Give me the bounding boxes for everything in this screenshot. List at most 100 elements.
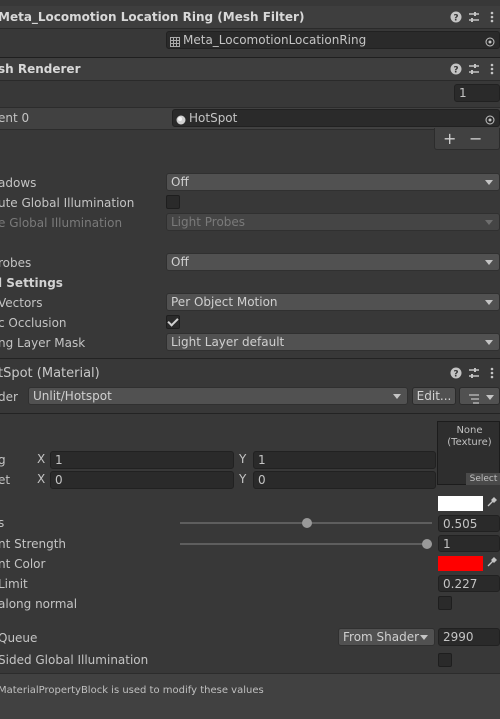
motion-vectors-label: Vectors xyxy=(0,296,43,310)
render-queue-label: Queue xyxy=(0,631,38,645)
info-box: MaterialPropertyBlock is used to modify … xyxy=(0,673,500,719)
texture-slot[interactable]: None (Texture) Select xyxy=(437,421,500,485)
rendering-layer-value: Light Layer default xyxy=(171,335,285,349)
kebab-menu-icon[interactable] xyxy=(486,367,498,379)
chevron-down-icon xyxy=(393,394,401,399)
tiling-label: g xyxy=(0,453,6,467)
texture-type-label: (Texture) xyxy=(447,437,492,448)
mesh-renderer-header[interactable]: sh Renderer ? xyxy=(0,57,500,81)
chevron-down-icon xyxy=(485,220,493,225)
dynamic-occlusion-checkbox[interactable] xyxy=(166,315,180,329)
help-icon[interactable]: ? xyxy=(450,367,462,379)
receive-gi-value: Light Probes xyxy=(171,215,246,229)
preset-icon[interactable] xyxy=(468,11,480,23)
prop1-value-field[interactable]: 0.505 xyxy=(438,515,500,532)
prop4-label: Limit xyxy=(0,577,28,591)
render-queue-mode-value: From Shader xyxy=(343,630,420,644)
element0-label: ent 0 xyxy=(0,111,30,125)
chevron-down-icon xyxy=(486,395,494,400)
chevron-down-icon xyxy=(485,340,493,345)
chevron-down-icon xyxy=(485,300,493,305)
section-divider xyxy=(0,413,500,414)
edit-shader-button[interactable]: Edit... xyxy=(412,387,456,405)
chevron-down-icon xyxy=(485,180,493,185)
shader-value: Unlit/Hotspot xyxy=(33,389,112,403)
shader-label: der xyxy=(0,390,18,404)
prop3-label: nt Color xyxy=(0,557,46,571)
render-queue-mode-dropdown[interactable]: From Shader xyxy=(338,628,435,646)
svg-text:?: ? xyxy=(453,66,458,76)
offset-x-field[interactable]: 0 xyxy=(50,471,234,489)
receive-gi-label: e Global Illumination xyxy=(0,216,123,230)
offset-x-label: X xyxy=(37,472,46,486)
prop2-label: nt Strength xyxy=(0,537,67,551)
info-text: MaterialPropertyBlock is used to modify … xyxy=(0,685,264,696)
material-header[interactable]: tSpot (Material) ? xyxy=(0,362,500,384)
prop2-slider-track[interactable] xyxy=(180,543,432,545)
render-queue-value-field[interactable]: 2990 xyxy=(438,628,500,646)
receive-gi-dropdown[interactable]: Light Probes xyxy=(166,213,500,231)
prop2-value-field[interactable]: 1 xyxy=(438,535,500,552)
remove-element-button[interactable]: − xyxy=(469,129,482,148)
rim-color-swatch[interactable] xyxy=(438,556,483,571)
rendering-layer-label: ng Layer Mask xyxy=(0,336,86,350)
motion-vectors-value: Per Object Motion xyxy=(171,295,278,309)
offset-y-field[interactable]: 0 xyxy=(253,471,436,489)
prop1-label: s xyxy=(0,516,5,530)
add-element-button[interactable]: + xyxy=(443,129,456,148)
dynamic-occlusion-label: c Occlusion xyxy=(0,316,67,330)
tiling-x-label: X xyxy=(37,452,46,466)
help-icon[interactable]: ? xyxy=(450,11,462,23)
eyedropper-icon[interactable] xyxy=(486,496,498,508)
motion-vectors-dropdown[interactable]: Per Object Motion xyxy=(166,293,500,311)
rendering-layer-dropdown[interactable]: Light Layer default xyxy=(166,333,500,351)
tiling-x-field[interactable]: 1 xyxy=(50,451,234,469)
help-icon[interactable]: ? xyxy=(450,63,462,75)
kebab-menu-icon[interactable] xyxy=(486,11,498,23)
eyedropper-icon[interactable] xyxy=(486,556,498,568)
element0-field[interactable]: HotSpot xyxy=(172,109,500,127)
cast-shadows-label: adows xyxy=(0,176,37,190)
material-title: tSpot (Material) xyxy=(0,366,100,381)
cast-shadows-value: Off xyxy=(171,175,189,189)
mesh-field[interactable]: Meta_LocomotionLocationRing xyxy=(166,31,500,49)
materials-size-field[interactable]: 1 xyxy=(454,84,500,102)
chevron-down-icon xyxy=(420,635,428,640)
mesh-filter-title: Meta_Locomotion Location Ring (Mesh Filt… xyxy=(0,10,305,24)
probes-dropdown[interactable]: Off xyxy=(166,253,500,271)
tiling-y-label: Y xyxy=(239,452,247,466)
section-divider xyxy=(0,358,500,359)
mesh-filter-header[interactable]: Meta_Locomotion Location Ring (Mesh Filt… xyxy=(0,6,500,29)
tiling-y-field[interactable]: 1 xyxy=(253,451,436,469)
double-sided-gi-checkbox[interactable] xyxy=(438,653,452,667)
shader-dropdown[interactable]: Unlit/Hotspot xyxy=(28,387,408,405)
cast-shadows-dropdown[interactable]: Off xyxy=(166,173,500,191)
material-sphere-icon xyxy=(176,113,186,125)
main-color-swatch[interactable] xyxy=(438,496,483,511)
offset-y-label: Y xyxy=(239,472,247,486)
texture-select-button[interactable]: Select xyxy=(466,473,500,485)
double-sided-gi-label: Sided Global Illumination xyxy=(0,653,149,667)
svg-text:?: ? xyxy=(453,370,458,380)
mesh-renderer-title: sh Renderer xyxy=(0,62,81,76)
preset-icon[interactable] xyxy=(468,63,480,75)
probes-value: Off xyxy=(171,255,189,269)
prop2-slider-knob[interactable] xyxy=(422,539,432,549)
object-picker-icon[interactable] xyxy=(485,35,495,47)
texture-none-label: None xyxy=(456,425,483,436)
contribute-gi-label: ute Global Illumination xyxy=(0,196,135,210)
list-icon xyxy=(468,392,480,404)
prop4-value-field[interactable]: 0.227 xyxy=(438,575,500,592)
object-picker-icon[interactable] xyxy=(485,113,495,125)
list-footer-buttons: + − xyxy=(434,128,500,150)
contribute-gi-checkbox[interactable] xyxy=(166,195,180,209)
kebab-menu-icon[interactable] xyxy=(486,63,498,75)
prop5-checkbox[interactable] xyxy=(438,596,452,610)
element0-value: HotSpot xyxy=(189,111,238,125)
prop1-slider-knob[interactable] xyxy=(302,518,313,528)
shader-options-button[interactable] xyxy=(459,387,500,405)
mesh-value: Meta_LocomotionLocationRing xyxy=(183,33,367,47)
preset-icon[interactable] xyxy=(468,367,480,379)
offset-label: et xyxy=(0,473,11,487)
additional-settings-label[interactable]: l Settings xyxy=(0,275,63,291)
